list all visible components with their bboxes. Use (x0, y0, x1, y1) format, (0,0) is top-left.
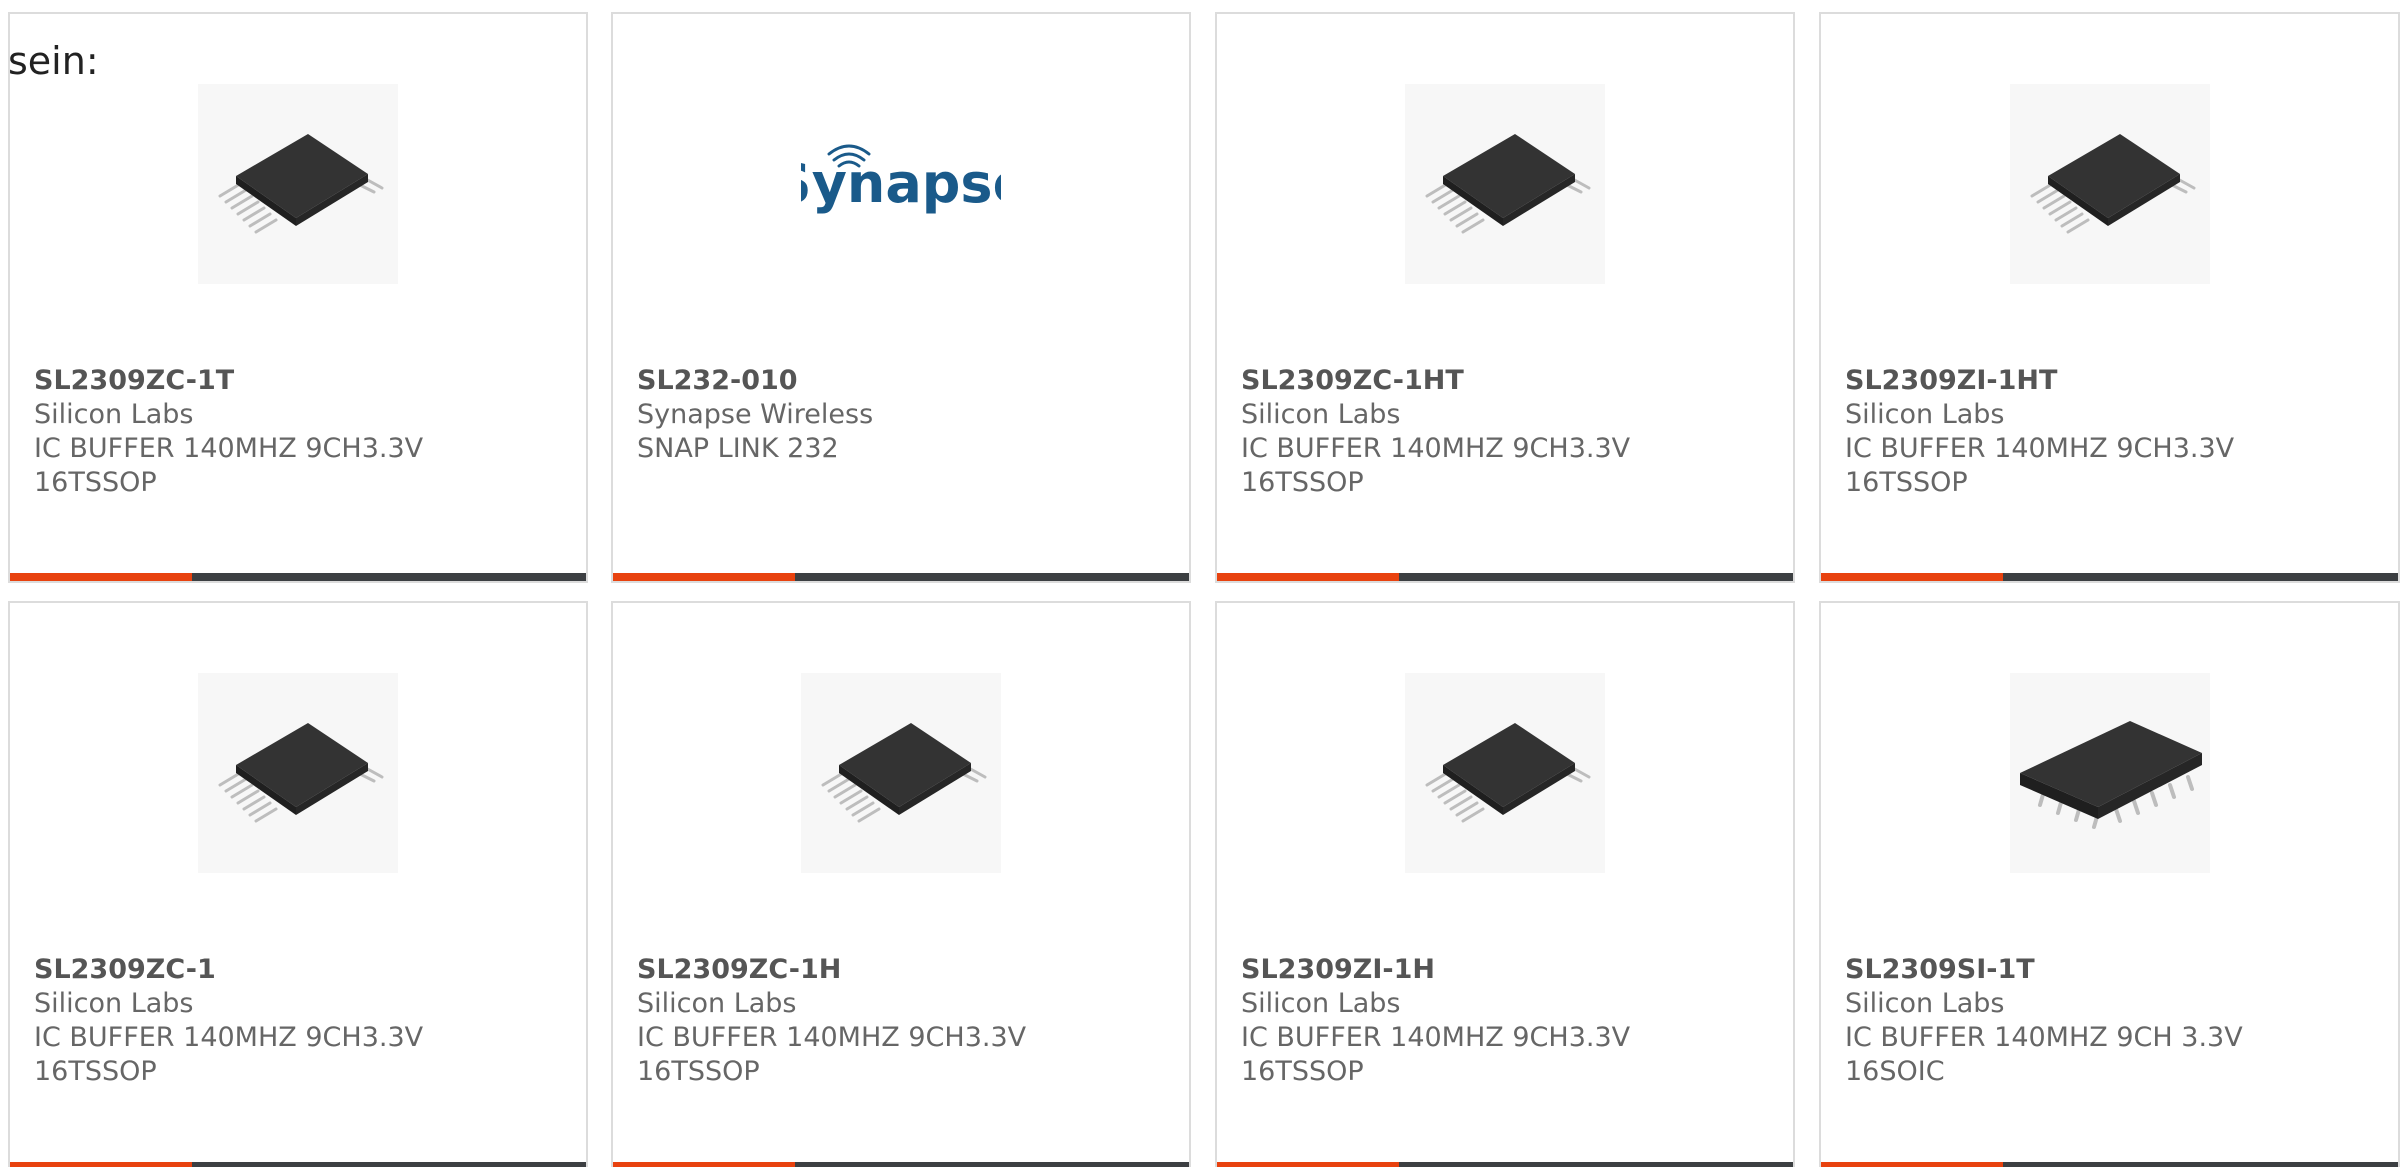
intro-text: sein: (8, 39, 99, 83)
part-number[interactable]: SL2309ZC-1H (637, 953, 1169, 987)
card-footer-bar (1217, 573, 1793, 581)
product-card[interactable]: Synapse SL232-010 Synapse Wireless SNAP … (611, 12, 1191, 583)
product-image[interactable] (1405, 84, 1605, 284)
synapse-logo-text: Synapse (801, 152, 1001, 215)
part-number[interactable]: SL2309ZC-1HT (1241, 364, 1773, 398)
product-image[interactable] (198, 84, 398, 284)
package: 16TSSOP (1241, 1056, 1364, 1087)
product-card[interactable]: SL2309ZI-1H Silicon Labs IC BUFFER 140MH… (1215, 601, 1795, 1167)
card-footer-bar (613, 573, 1189, 581)
product-grid-page: sein: SL2309ZC-1T Silicon Labs IC BUFFER… (0, 0, 2400, 1167)
description: IC BUFFER 140MHZ 9CH3.3V (637, 1022, 1027, 1053)
manufacturer: Silicon Labs (637, 988, 797, 1019)
package: 16TSSOP (34, 1056, 157, 1087)
product-image[interactable]: Synapse (801, 84, 1001, 284)
description: IC BUFFER 140MHZ 9CH3.3V (34, 1022, 424, 1053)
tssop-chip-icon (2030, 134, 2195, 234)
product-image[interactable] (801, 673, 1001, 873)
soic-chip-icon (2019, 721, 2202, 829)
card-footer-bar (1217, 1162, 1793, 1167)
product-info: SL2309ZC-1T Silicon Labs IC BUFFER 140MH… (34, 364, 566, 500)
card-footer-bar (10, 573, 586, 581)
manufacturer: Silicon Labs (1241, 988, 1401, 1019)
product-image[interactable] (198, 673, 398, 873)
card-footer-bar (1821, 573, 2398, 581)
product-image[interactable] (1405, 673, 1605, 873)
package: 16TSSOP (1845, 467, 1968, 498)
card-accent (10, 1162, 192, 1167)
product-info: SL232-010 Synapse Wireless SNAP LINK 232 (637, 364, 1169, 466)
card-footer-bar (1821, 1162, 2398, 1167)
part-number[interactable]: SL2309SI-1T (1845, 953, 2378, 987)
product-image[interactable] (2009, 84, 2210, 284)
manufacturer: Silicon Labs (34, 399, 194, 430)
tssop-chip-icon (218, 134, 384, 234)
card-accent (10, 573, 192, 581)
synapse-logo: Synapse (801, 144, 1001, 215)
tssop-chip-icon (821, 723, 987, 823)
card-accent (1821, 573, 2003, 581)
package: 16TSSOP (637, 1056, 760, 1087)
product-info: SL2309ZI-1H Silicon Labs IC BUFFER 140MH… (1241, 953, 1773, 1089)
card-accent (1217, 1162, 1399, 1167)
product-card[interactable]: SL2309ZI-1HT Silicon Labs IC BUFFER 140M… (1819, 12, 2400, 583)
description: IC BUFFER 140MHZ 9CH3.3V (34, 433, 424, 464)
product-card[interactable]: SL2309ZC-1T Silicon Labs IC BUFFER 140MH… (8, 12, 588, 583)
manufacturer: Silicon Labs (1241, 399, 1401, 430)
card-footer-bar (10, 1162, 586, 1167)
part-number[interactable]: SL2309ZI-1H (1241, 953, 1773, 987)
card-accent (613, 573, 795, 581)
manufacturer: Silicon Labs (1845, 399, 2005, 430)
description: SNAP LINK 232 (637, 433, 839, 464)
part-number[interactable]: SL2309ZC-1T (34, 364, 566, 398)
part-number[interactable]: SL2309ZI-1HT (1845, 364, 2378, 398)
product-card[interactable]: SL2309ZC-1HT Silicon Labs IC BUFFER 140M… (1215, 12, 1795, 583)
description: IC BUFFER 140MHZ 9CH3.3V (1845, 433, 2235, 464)
card-footer-bar (613, 1162, 1189, 1167)
description: IC BUFFER 140MHZ 9CH3.3V (1241, 433, 1631, 464)
product-card[interactable]: SL2309ZC-1H Silicon Labs IC BUFFER 140MH… (611, 601, 1191, 1167)
product-info: SL2309ZI-1HT Silicon Labs IC BUFFER 140M… (1845, 364, 2378, 500)
description: IC BUFFER 140MHZ 9CH3.3V (1241, 1022, 1631, 1053)
product-info: SL2309ZC-1H Silicon Labs IC BUFFER 140MH… (637, 953, 1169, 1089)
card-accent (1217, 573, 1399, 581)
product-card[interactable]: SL2309SI-1T Silicon Labs IC BUFFER 140MH… (1819, 601, 2400, 1167)
tssop-chip-icon (218, 723, 384, 823)
product-info: SL2309ZC-1HT Silicon Labs IC BUFFER 140M… (1241, 364, 1773, 500)
description: IC BUFFER 140MHZ 9CH 3.3V (1845, 1022, 2243, 1053)
package: 16SOIC (1845, 1056, 1945, 1087)
product-card[interactable]: SL2309ZC-1 Silicon Labs IC BUFFER 140MHZ… (8, 601, 588, 1167)
card-accent (1821, 1162, 2003, 1167)
part-number[interactable]: SL2309ZC-1 (34, 953, 566, 987)
tssop-chip-icon (1425, 134, 1591, 234)
manufacturer: Silicon Labs (1845, 988, 2005, 1019)
manufacturer: Silicon Labs (34, 988, 194, 1019)
product-info: SL2309ZC-1 Silicon Labs IC BUFFER 140MHZ… (34, 953, 566, 1089)
card-accent (613, 1162, 795, 1167)
part-number[interactable]: SL232-010 (637, 364, 1169, 398)
product-info: SL2309SI-1T Silicon Labs IC BUFFER 140MH… (1845, 953, 2378, 1089)
tssop-chip-icon (1425, 723, 1591, 823)
product-image[interactable] (2009, 673, 2210, 873)
package: 16TSSOP (34, 467, 157, 498)
package: 16TSSOP (1241, 467, 1364, 498)
manufacturer: Synapse Wireless (637, 399, 874, 430)
